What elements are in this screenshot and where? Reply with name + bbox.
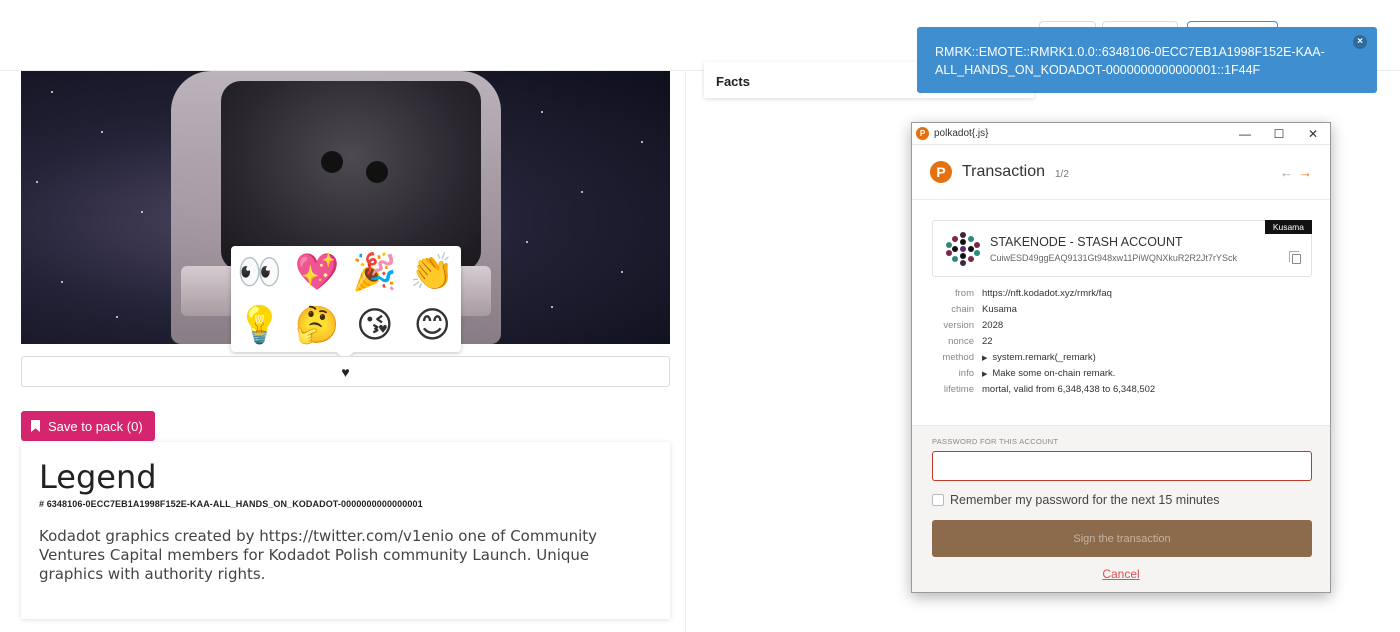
expand-triangle-icon[interactable]: ▶ [982, 371, 987, 378]
notification-toast: RMRK::EMOTE::RMRK1.0.0::6348106-0ECC7EB1… [917, 27, 1377, 93]
detail-label: nonce [948, 335, 974, 347]
window-title: polkadot{.js} [934, 128, 989, 139]
party-popper-icon[interactable]: 🎉 [352, 254, 397, 291]
light-bulb-icon[interactable]: 💡 [237, 307, 282, 344]
arrow-left-icon[interactable]: ← [1280, 165, 1293, 180]
astronaut-eye [321, 151, 343, 173]
window-titlebar: P polkadot{.js} — ☐ ✕ [912, 123, 1330, 145]
transaction-details: from https://nft.kodadot.xyz/rmrk/faq ch… [932, 285, 1312, 397]
account-address: CuiwESD49ggEAQ9131Gt948xw11PiWQNXkuR2R2J… [990, 253, 1237, 263]
maximize-icon[interactable]: ☐ [1262, 127, 1296, 141]
detail-label: info [958, 367, 974, 379]
transaction-counter: 1/2 [1055, 168, 1069, 180]
detail-row-method[interactable]: method ▶ system.remark(_remark) [932, 349, 1312, 365]
detail-label: version [943, 319, 974, 331]
detail-label: from [955, 287, 974, 299]
heart-icon: ♥ [341, 363, 350, 380]
detail-label: method [942, 351, 974, 363]
detail-value: 22 [982, 335, 993, 347]
facts-title: Facts [716, 74, 750, 89]
column-divider [685, 71, 686, 632]
save-to-pack-button[interactable]: Save to pack (0) [21, 411, 155, 441]
detail-value: system.remark(_remark) [992, 351, 1096, 363]
thinking-face-icon[interactable]: 🤔 [295, 307, 340, 344]
detail-value: Make some on-chain remark. [992, 367, 1116, 379]
detail-row-nonce: nonce 22 [932, 333, 1312, 349]
detail-value: Kusama [982, 303, 1017, 315]
nft-title: Legend [39, 458, 157, 496]
detail-row-from: from https://nft.kodadot.xyz/rmrk/faq [932, 285, 1312, 301]
smiling-face-icon[interactable]: 😊 [413, 307, 451, 344]
account-card: STAKENODE - STASH ACCOUNT CuiwESD49ggEAQ… [932, 220, 1312, 277]
reaction-button[interactable]: ♥ [21, 356, 670, 387]
close-icon[interactable]: × [1353, 35, 1367, 49]
astronaut-helmet [221, 81, 481, 271]
password-label: PASSWORD FOR THIS ACCOUNT [932, 437, 1059, 446]
detail-value: https://nft.kodadot.xyz/rmrk/faq [982, 287, 1112, 299]
detail-value: mortal, valid from 6,348,438 to 6,348,50… [982, 383, 1156, 395]
sign-transaction-button[interactable]: Sign the transaction [932, 520, 1312, 557]
password-input[interactable] [932, 451, 1312, 481]
save-to-pack-label: Save to pack (0) [48, 418, 143, 434]
transaction-header: P Transaction 1/2 ← → [912, 145, 1330, 200]
polkadot-logo-icon: P [930, 161, 952, 183]
detail-label: chain [951, 303, 974, 315]
detail-row-chain: chain Kusama [932, 301, 1312, 317]
transaction-title: Transaction [962, 163, 1045, 180]
copy-icon[interactable] [1289, 251, 1301, 264]
signing-section: PASSWORD FOR THIS ACCOUNT Remember my pa… [912, 425, 1330, 592]
detail-row-info[interactable]: info ▶ Make some on-chain remark. [932, 365, 1312, 381]
polkadot-extension-window: P polkadot{.js} — ☐ ✕ P Transaction 1/2 … [911, 122, 1331, 593]
checkbox-box[interactable] [932, 494, 944, 506]
sparkling-heart-icon[interactable]: 💖 [295, 254, 340, 291]
minimize-icon[interactable]: — [1228, 127, 1262, 141]
remember-password-checkbox[interactable]: Remember my password for the next 15 min… [932, 493, 1220, 507]
polkadot-app-icon: P [916, 127, 929, 140]
network-badge: Kusama [1264, 220, 1312, 234]
detail-row-lifetime: lifetime mortal, valid from 6,348,438 to… [932, 381, 1312, 397]
astronaut-eye [366, 161, 388, 183]
cancel-link[interactable]: Cancel [912, 567, 1330, 581]
expand-triangle-icon[interactable]: ▶ [982, 355, 987, 362]
remember-password-label: Remember my password for the next 15 min… [950, 493, 1220, 507]
account-name: STAKENODE - STASH ACCOUNT [990, 235, 1183, 249]
kissing-face-icon[interactable]: 😘 [356, 307, 394, 344]
emoji-picker: 👀 💖 🎉 👏 💡 🤔 😘 😊 [231, 246, 461, 352]
nft-id: # 6348106-0ECC7EB1A1998F152E-KAA-ALL_HAN… [39, 499, 423, 510]
clapping-hands-icon[interactable]: 👏 [410, 254, 455, 291]
close-window-icon[interactable]: ✕ [1296, 127, 1330, 141]
arrow-right-icon[interactable]: → [1299, 165, 1312, 180]
detail-value: 2028 [982, 319, 1004, 331]
detail-row-version: version 2028 [932, 317, 1312, 333]
notification-message: RMRK::EMOTE::RMRK1.0.0::6348106-0ECC7EB1… [935, 45, 1325, 77]
bookmark-icon [31, 420, 40, 432]
identicon-icon [946, 232, 980, 266]
nft-details-card: Legend # 6348106-0ECC7EB1A1998F152E-KAA-… [21, 442, 670, 619]
nft-description: Kodadot graphics created by https://twit… [39, 527, 598, 584]
eyes-icon[interactable]: 👀 [237, 254, 282, 291]
detail-label: lifetime [943, 383, 974, 395]
